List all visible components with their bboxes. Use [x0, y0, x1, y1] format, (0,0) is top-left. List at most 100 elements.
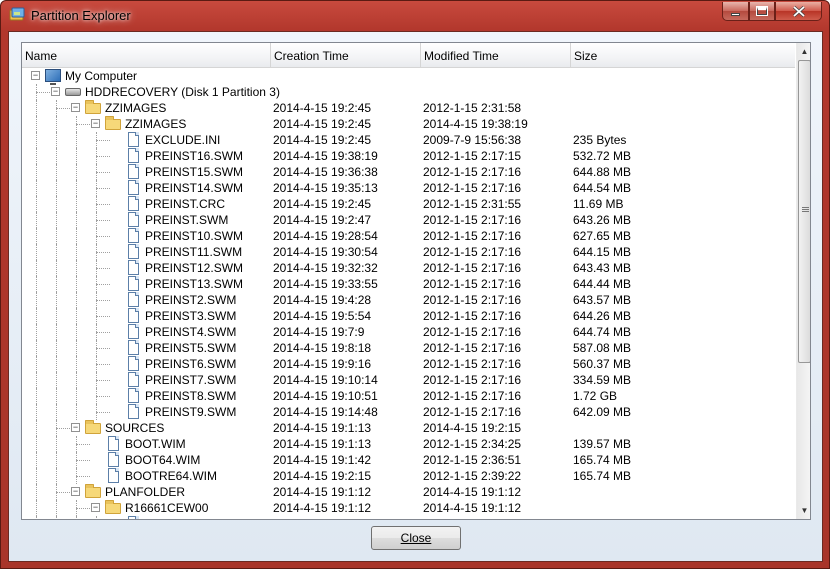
file-icon	[125, 292, 141, 308]
tree-file-row[interactable]: PREINST9.SWM 2014-4-15 19:14:48 2012-1-15 …	[22, 404, 795, 420]
collapse-toggle-icon[interactable]: −	[71, 487, 80, 496]
tree-node-name[interactable]: PREINST15.SWM	[125, 164, 243, 180]
column-header-creation-time[interactable]: Creation Time	[271, 43, 421, 68]
tree-folder-row[interactable]: − SOURCES 2014-4-15 19:1:13 2014-4-15 19:2:…	[22, 420, 795, 436]
collapse-toggle-icon[interactable]: −	[71, 103, 80, 112]
cell-creation: 2014-4-15 19:36:38	[273, 165, 378, 179]
close-button[interactable]: Close	[371, 526, 461, 550]
tree-node-name[interactable]: PREINST2.SWM	[125, 292, 236, 308]
tree-file-row[interactable]: PREINST5.SWM 2014-4-15 19:8:18 2012-1-15 2…	[22, 340, 795, 356]
tree-file-row[interactable]: PREINST14.SWM 2014-4-15 19:35:13 2012-1-15…	[22, 180, 795, 196]
file-icon	[125, 228, 141, 244]
tree-node-label: PREINST10.SWM	[145, 229, 244, 243]
tree-file-row[interactable]: EXCLUDE.INI 2014-4-15 19:2:45 2009-7-9 15:…	[22, 132, 795, 148]
tree-file-row[interactable]: PREINST11.SWM 2014-4-15 19:30:54 2012-1-15…	[22, 244, 795, 260]
tree-node-name[interactable]: PREINST6.SWM	[125, 356, 236, 372]
cell-modified: 2012-1-15 2:31:58	[423, 101, 522, 115]
tree-node-name[interactable]: ZZIMAGES	[105, 116, 186, 132]
scroll-down-arrow-icon[interactable]: ▼	[797, 502, 810, 519]
tree-node-name[interactable]: PREINST12.SWM	[125, 260, 243, 276]
tree-node-name[interactable]: BOOTRE64.WIM	[105, 468, 217, 484]
collapse-toggle-icon[interactable]: −	[91, 503, 100, 512]
tree-node-name[interactable]: My Computer	[45, 68, 137, 85]
tree-node-name[interactable]: PREINST.SWM	[125, 212, 228, 228]
tree-node-name[interactable]: PREINST13.SWM	[125, 276, 243, 292]
tree-file-row[interactable]: PREINST13.SWM 2014-4-15 19:33:55 2012-1-15…	[22, 276, 795, 292]
maximize-button[interactable]	[749, 2, 775, 21]
tree-node-name[interactable]: PREINST9.SWM	[125, 404, 236, 420]
vertical-scrollbar[interactable]: ▲ ▼	[796, 43, 810, 519]
tree-node-name[interactable]: EXCLUDE.INI	[125, 132, 220, 148]
tree-node-name[interactable]: PREINST8.SWM	[125, 388, 236, 404]
tree-node-name[interactable]: R16661CEW00	[105, 500, 208, 516]
scroll-up-arrow-icon[interactable]: ▲	[797, 43, 810, 60]
tree-file-row[interactable]: PREINST4.SWM 2014-4-15 19:7:9 2012-1-15 2:…	[22, 324, 795, 340]
tree-folder-row[interactable]: − ZZIMAGES 2014-4-15 19:2:45 2014-4-15 19:3…	[22, 116, 795, 132]
tree-folder-row[interactable]: − HDDRECOVERY (Disk 1 Partition 3)	[22, 84, 795, 100]
minimize-button[interactable]	[722, 2, 749, 21]
tree-file-row[interactable]: PREINST6.SWM 2014-4-15 19:9:16 2012-1-15 2…	[22, 356, 795, 372]
tree-node-name[interactable]: PREINST5.SWM	[125, 340, 236, 356]
cell-size: 643.43 MB	[573, 261, 632, 275]
tree-file-row[interactable]: PREINST.CRC 2014-4-15 19:2:45 2012-1-15 2:…	[22, 196, 795, 212]
partition-tree-list[interactable]: Name Creation Time Modified Time Size − M…	[21, 42, 811, 520]
tree-folder-row[interactable]: − My Computer	[22, 68, 795, 85]
tree-file-row[interactable]: PREINST7.SWM 2014-4-15 19:10:14 2012-1-15 …	[22, 372, 795, 388]
tree-file-row[interactable]: PREINST10.SWM 2014-4-15 19:28:54 2012-1-15…	[22, 228, 795, 244]
tree-file-row[interactable]: PREINST2.SWM 2014-4-15 19:4:28 2012-1-15 2…	[22, 292, 795, 308]
scrollbar-thumb[interactable]	[798, 60, 810, 363]
tree-node-name[interactable]: BOOT.WIM	[105, 436, 186, 452]
tree-node-name[interactable]: SOURCES	[85, 420, 164, 436]
tree-folder-row[interactable]: − R16661CEW00 2014-4-15 19:1:12 2014-4-15 1…	[22, 500, 795, 516]
collapse-toggle-icon[interactable]: −	[31, 71, 40, 80]
tree-node-name[interactable]: BOOT64.WIM	[105, 452, 200, 468]
cell-size: 1.72 GB	[573, 389, 618, 403]
tree-node-name[interactable]: PREINST.CRC	[125, 196, 225, 212]
tree-file-row[interactable]: PREINST8.SWM 2014-4-15 19:10:51 2012-1-15 …	[22, 388, 795, 404]
tree-node-name[interactable]: PLANFOLDER	[85, 484, 185, 500]
cell-modified: 2009-7-9 15:56:38	[423, 133, 522, 147]
collapse-toggle-icon[interactable]: −	[91, 119, 100, 128]
tree-folder-row[interactable]: − PLANFOLDER 2014-4-15 19:1:12 2014-4-15 19…	[22, 484, 795, 500]
column-header-name[interactable]: Name	[22, 43, 271, 68]
cell-size: 11.69 MB	[573, 197, 624, 211]
tree-node-name[interactable]: PREINST4.SWM	[125, 324, 236, 340]
tree-node-name[interactable]: PREINST11.SWM	[125, 244, 242, 260]
column-header-modified-time[interactable]: Modified Time	[421, 43, 571, 68]
tree-file-row[interactable]: PREINST15.SWM 2014-4-15 19:36:38 2012-1-15…	[22, 164, 795, 180]
tree-file-row[interactable]	[22, 516, 795, 519]
tree-file-row[interactable]: PREINST3.SWM 2014-4-15 19:5:54 2012-1-15 2…	[22, 308, 795, 324]
tree-file-row[interactable]: BOOT64.WIM 2014-4-15 19:1:42 2012-1-15 2:3…	[22, 452, 795, 468]
cell-creation: 2014-4-15 19:2:45	[273, 101, 372, 115]
collapse-toggle-icon[interactable]: −	[51, 87, 60, 96]
tree-node-name[interactable]: HDDRECOVERY (Disk 1 Partition 3)	[65, 84, 280, 100]
cell-modified: 2012-1-15 2:17:16	[423, 293, 522, 307]
tree-node-name[interactable]: PREINST14.SWM	[125, 180, 243, 196]
tree-node-label: PREINST13.SWM	[145, 277, 244, 291]
tree-node-name[interactable]: PREINST10.SWM	[125, 228, 243, 244]
title-bar[interactable]: Partition Explorer	[1, 1, 829, 31]
tree-file-row[interactable]: BOOT.WIM 2014-4-15 19:1:13 2012-1-15 2:34:…	[22, 436, 795, 452]
cell-creation: 2014-4-15 19:5:54	[273, 309, 372, 323]
tree-node-name[interactable]: ZZIMAGES	[85, 100, 166, 116]
cell-creation: 2014-4-15 19:38:19	[273, 149, 378, 163]
close-window-button[interactable]	[775, 2, 822, 21]
tree-file-row[interactable]: PREINST16.SWM 2014-4-15 19:38:19 2012-1-15…	[22, 148, 795, 164]
tree-file-row[interactable]: BOOTRE64.WIM 2014-4-15 19:2:15 2012-1-15 2…	[22, 468, 795, 484]
tree-node-label: PREINST.SWM	[145, 213, 229, 227]
cell-creation: 2014-4-15 19:35:13	[273, 181, 378, 195]
tree-node-name[interactable]: PREINST3.SWM	[125, 308, 236, 324]
tree-file-row[interactable]: PREINST12.SWM 2014-4-15 19:32:32 2012-1-15…	[22, 260, 795, 276]
tree-node-name[interactable]: PREINST16.SWM	[125, 148, 243, 164]
column-header-size[interactable]: Size	[571, 43, 795, 68]
cell-modified: 2014-4-15 19:2:15	[423, 421, 522, 435]
file-icon	[125, 244, 141, 260]
cell-creation: 2014-4-15 19:30:54	[273, 245, 378, 259]
collapse-toggle-icon[interactable]: −	[71, 423, 80, 432]
tree-folder-row[interactable]: − ZZIMAGES 2014-4-15 19:2:45 2012-1-15 2:31…	[22, 100, 795, 116]
tree-node-name[interactable]	[125, 516, 145, 519]
tree-file-row[interactable]: PREINST.SWM 2014-4-15 19:2:47 2012-1-15 2:…	[22, 212, 795, 228]
tree-node-name[interactable]: PREINST7.SWM	[125, 372, 236, 388]
computer-icon	[45, 68, 61, 85]
cell-size: 644.74 MB	[573, 325, 632, 339]
